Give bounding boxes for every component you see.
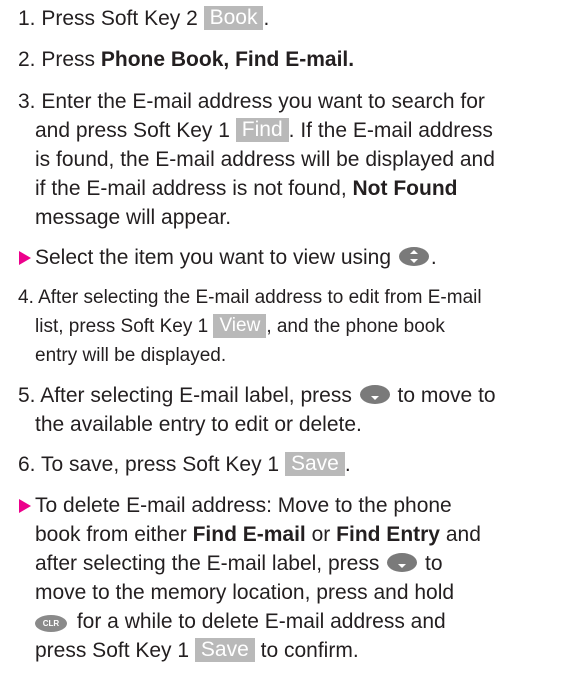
softkey-book: Book [203,6,264,30]
period: . [344,453,351,476]
step-6-text: To save, press Soft Key 1 [40,453,280,476]
step-1: 1. Press Soft Key 2 Book. [18,4,556,33]
delete-line-4: move to the memory location, press and h… [35,581,455,604]
step-3-line-2: and press Soft Key 1 [35,119,230,142]
step-4: 4. After selecting the E-mail address to… [18,283,556,370]
to-text: to [425,552,443,575]
step-5-number: 5. [18,384,36,407]
navigation-up-down-icon [398,247,429,266]
bullet-select-item: Select the item you want to view using . [18,243,556,272]
step-5: 5. After selecting E-mail label, press t… [18,381,556,439]
step-2: 2. Press Phone Book, Find E-mail. [18,45,556,74]
bullet-delete-email: To delete E-mail address: Move to the ph… [18,491,556,665]
period: . [430,246,437,269]
softkey-view: View [213,314,267,338]
step-2-number: 2. [18,48,36,71]
step-4-line-3: entry will be displayed. [35,345,227,366]
and-text: and [445,523,481,546]
step-3-line-3: is found, the E-mail address will be dis… [35,148,495,171]
step-3-line-1: Enter the E-mail address you want to sea… [41,90,485,113]
softkey-find: Find [235,118,289,142]
step-3-line-2-end: . If the E-mail address [288,119,493,142]
softkey-save: Save [194,638,255,662]
find-entry-label: Find Entry [336,523,440,546]
navigation-down-icon [387,553,418,572]
navigation-down-icon [359,385,390,404]
instruction-page: 1. Press Soft Key 2 Book. 2. Press Phone… [0,0,571,691]
step-4-line-2-end: , and the phone book [266,316,445,337]
or-text: or [311,523,331,546]
step-4-line-1: After selecting the E-mail address to ed… [38,287,482,308]
bullet-triangle-icon [19,251,31,265]
step-3-line-5: message will appear. [35,206,232,229]
step-3-number: 3. [18,90,36,113]
delete-line-5: for a while to delete E-mail address and [76,610,446,633]
step-6: 6. To save, press Soft Key 1 Save. [18,450,556,479]
not-found-label: Not Found [352,177,458,200]
delete-line-6: press Soft Key 1 [35,639,190,662]
delete-line-2: book from either [35,523,187,546]
find-email-label: Find E-mail [192,523,306,546]
bullet-triangle-icon [19,499,31,513]
step-5-line-1: After selecting E-mail label, press [40,384,352,407]
step-5-line-1-end: to move to [397,384,496,407]
step-5-line-2: the available entry to edit or delete. [35,413,362,436]
clr-key-icon: CLR [35,615,67,632]
bullet-select-text: Select the item you want to view using [35,246,392,269]
step-1-number: 1. [18,7,36,30]
delete-line-3: after selecting the E-mail label, press [35,552,380,575]
step-2-text: Press [41,48,96,71]
step-2-menu-path: Phone Book, Find E-mail. [100,48,355,71]
softkey-save: Save [284,452,345,476]
to-confirm-text: to confirm. [260,639,359,662]
step-4-number: 4. [18,287,34,308]
delete-line-1: To delete E-mail address: Move to the ph… [35,494,452,517]
period: . [263,7,270,30]
step-6-number: 6. [18,453,36,476]
step-1-text: Press Soft Key 2 [41,7,198,30]
step-3-line-4: if the E-mail address is not found, [35,177,347,200]
step-3: 3. Enter the E-mail address you want to … [18,87,556,232]
step-4-line-2: list, press Soft Key 1 [35,316,209,337]
